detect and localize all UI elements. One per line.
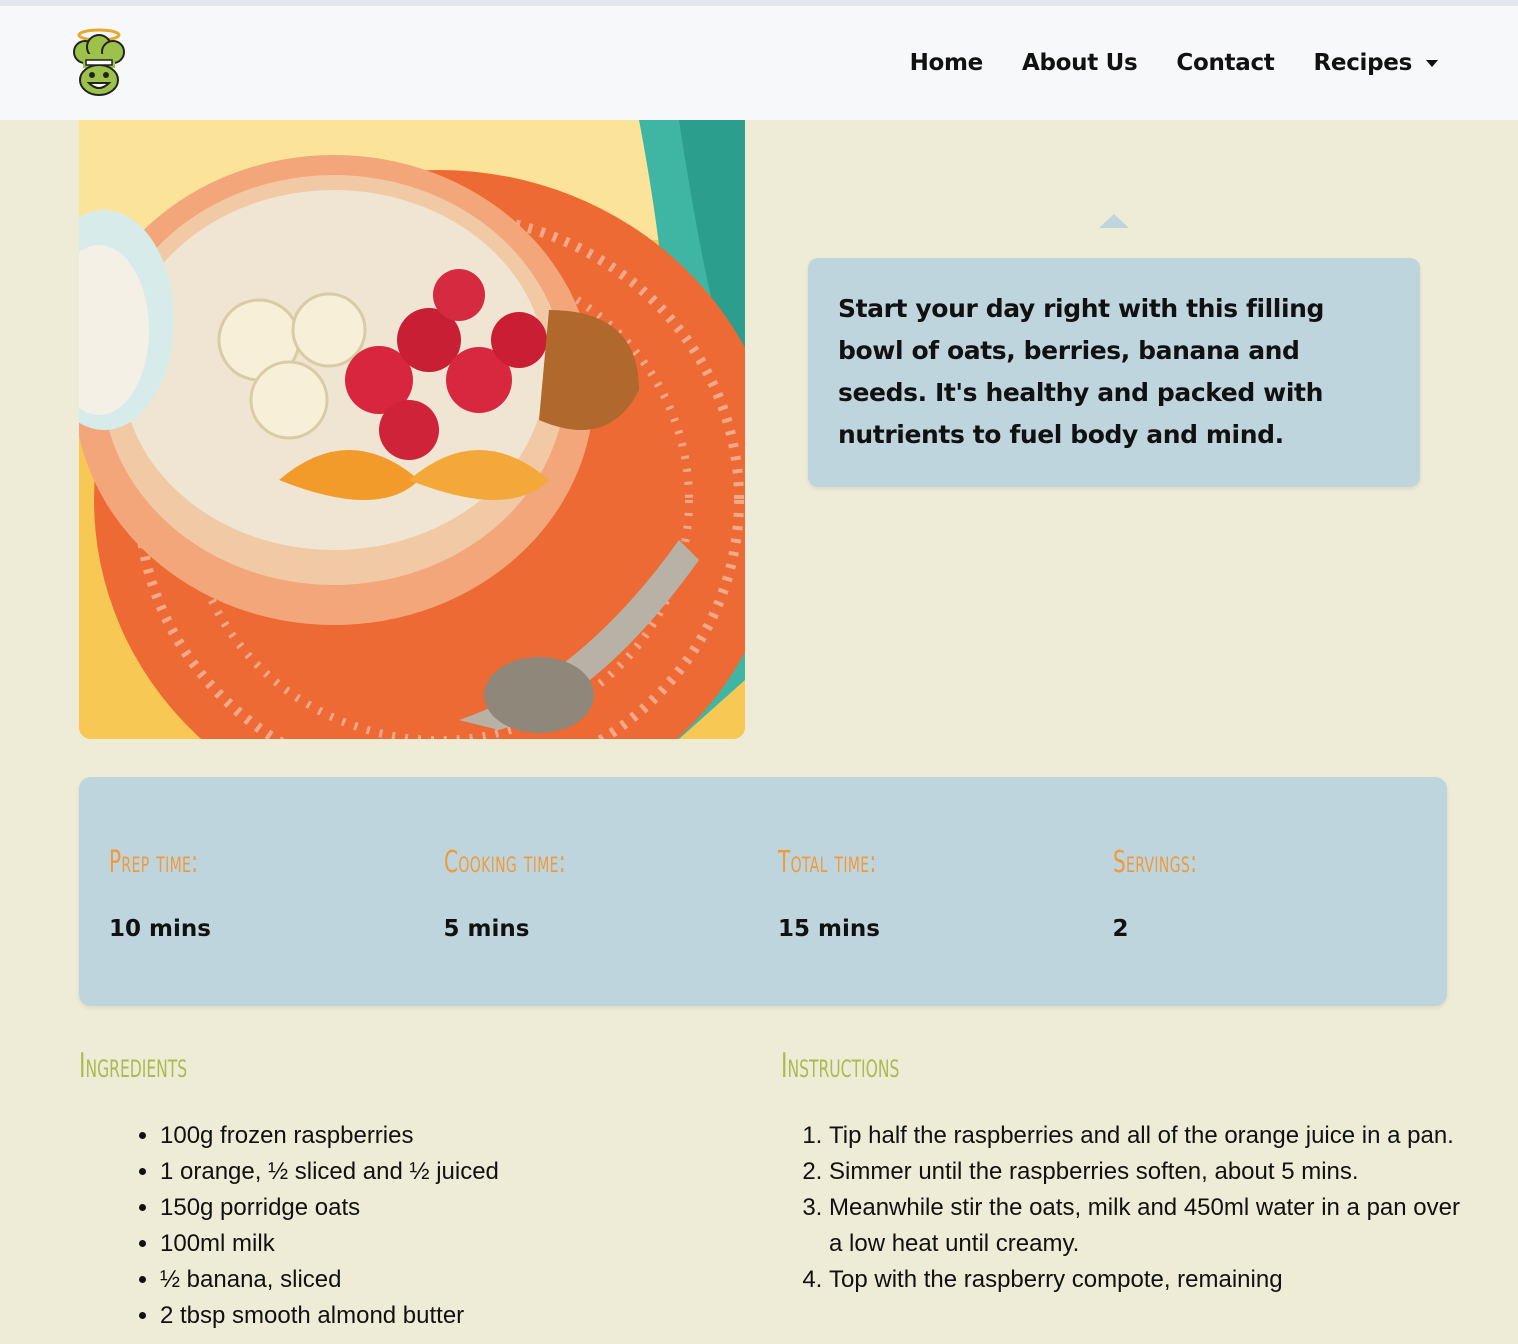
ingredient-item: 2 tbsp smooth almond butter: [160, 1298, 781, 1334]
nav-recipes-label: Recipes: [1313, 50, 1413, 76]
ingredient-item: 150g porridge oats: [160, 1190, 781, 1226]
nav-about-us[interactable]: About Us: [1022, 50, 1138, 76]
cooking-time: Cooking time: 5 mins: [444, 845, 779, 1006]
recipe-description-card: Start your day right with this filling b…: [808, 258, 1420, 487]
servings-label: Servings:: [1112, 845, 1197, 880]
ingredient-item: ½ banana, sliced: [160, 1262, 781, 1298]
nav-home[interactable]: Home: [910, 50, 984, 76]
navbar: Home About Us Contact Recipes: [0, 6, 1518, 120]
cooking-time-label: Cooking time:: [443, 845, 566, 880]
prep-time-label: Prep time:: [109, 845, 199, 880]
cooking-time-value: 5 mins: [443, 916, 530, 942]
instructions-section: Instructions Tip half the raspberries an…: [781, 1046, 1461, 1334]
instructions-heading: Instructions: [781, 1046, 900, 1086]
recipe-content: Ingredients 100g frozen raspberries 1 or…: [0, 1006, 1518, 1334]
porridge-bowl-image: [79, 120, 745, 739]
nav-contact[interactable]: Contact: [1176, 50, 1274, 76]
ingredients-list: 100g frozen raspberries 1 orange, ½ slic…: [79, 1118, 781, 1334]
total-time-label: Total time:: [778, 845, 877, 880]
instruction-step: Simmer until the raspberries soften, abo…: [829, 1154, 1461, 1190]
instructions-list: Tip half the raspberries and all of the …: [781, 1118, 1461, 1298]
prep-time: Prep time: 10 mins: [109, 845, 444, 1006]
total-time: Total time: 15 mins: [778, 845, 1113, 1006]
ingredient-item: 100ml milk: [160, 1226, 781, 1262]
ingredient-item: 1 orange, ½ sliced and ½ juiced: [160, 1154, 781, 1190]
servings: Servings: 2: [1113, 845, 1448, 1006]
chef-mascot-icon: [73, 28, 125, 96]
ingredient-item: 100g frozen raspberries: [160, 1118, 781, 1154]
total-time-value: 15 mins: [778, 916, 880, 942]
instruction-step: Top with the raspberry compote, remainin…: [829, 1262, 1461, 1298]
nav-recipes-dropdown[interactable]: Recipes: [1314, 50, 1438, 76]
chevron-down-icon: [1426, 59, 1438, 67]
callout-arrow: [1099, 214, 1129, 228]
ingredients-section: Ingredients 100g frozen raspberries 1 or…: [79, 1046, 781, 1334]
site-logo[interactable]: [68, 27, 130, 99]
recipe-description: Start your day right with this filling b…: [838, 294, 1325, 449]
nav-links: Home About Us Contact Recipes: [910, 50, 1438, 76]
hero-section: Start your day right with this filling b…: [0, 120, 1518, 777]
recipe-info-panel: Prep time: 10 mins Cooking time: 5 mins …: [79, 777, 1447, 1006]
ingredients-heading: Ingredients: [79, 1046, 188, 1086]
prep-time-value: 10 mins: [109, 916, 211, 942]
servings-value: 2: [1112, 916, 1129, 942]
instruction-step: Meanwhile stir the oats, milk and 450ml …: [829, 1190, 1461, 1262]
instruction-step: Tip half the raspberries and all of the …: [829, 1118, 1461, 1154]
recipe-photo: [79, 120, 745, 739]
